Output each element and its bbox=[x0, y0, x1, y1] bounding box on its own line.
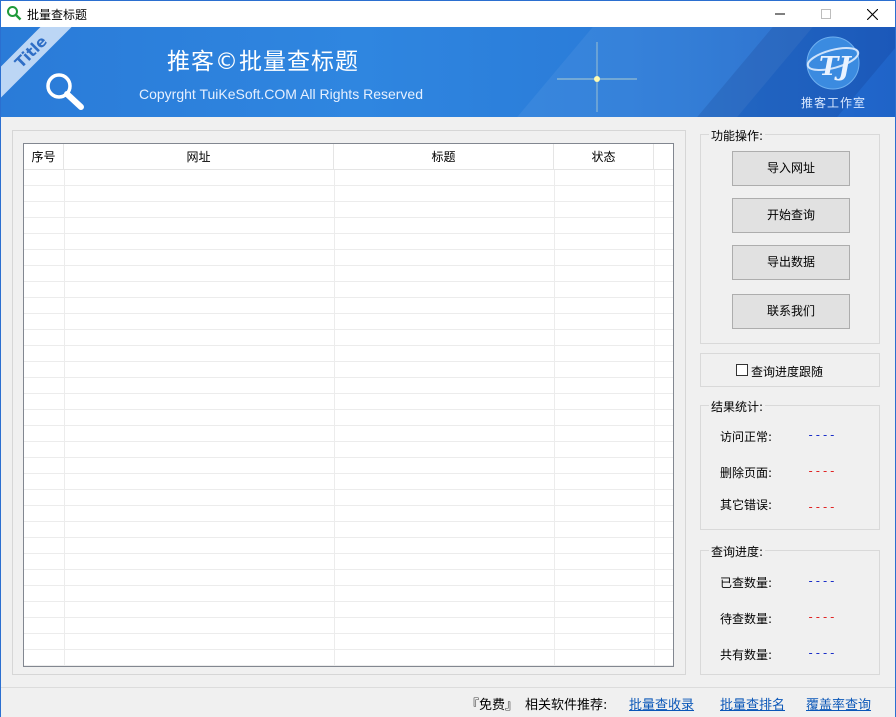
progress-group: 查询进度: 已查数量: ---- 待查数量: ---- 共有数量: ---- bbox=[700, 543, 880, 675]
stat-other-error-label: 其它错误: bbox=[720, 498, 773, 512]
column-header-url[interactable]: 网址 bbox=[64, 144, 334, 170]
maximize-button[interactable] bbox=[803, 1, 849, 27]
progress-legend: 查询进度: bbox=[709, 543, 766, 560]
export-data-button[interactable]: 导出数据 bbox=[732, 245, 850, 280]
close-icon bbox=[866, 8, 878, 20]
link-batch-rank-check[interactable]: 批量查排名 bbox=[720, 694, 785, 713]
table-rows bbox=[24, 170, 673, 666]
magnifier-app-icon bbox=[6, 5, 22, 21]
column-divider bbox=[554, 170, 555, 666]
follow-progress-checkbox[interactable] bbox=[736, 364, 748, 376]
app-main-title: 推客©批量查标题 bbox=[167, 49, 359, 75]
link-coverage-check[interactable]: 覆盖率查询 bbox=[806, 694, 871, 713]
free-tag: 『免费』 bbox=[466, 698, 519, 713]
follow-progress-row: 查询进度跟随 bbox=[700, 353, 880, 387]
status-bar: 『免费』 相关软件推荐: 批量查收录 批量查排名 覆盖率查询 bbox=[1, 687, 895, 717]
column-header-status[interactable]: 状态 bbox=[554, 144, 654, 170]
close-button[interactable] bbox=[849, 1, 895, 27]
stat-other-error-value: ---- bbox=[807, 500, 836, 514]
follow-progress-label[interactable]: 查询进度跟随 bbox=[751, 363, 823, 380]
stat-ok-value: ---- bbox=[807, 428, 836, 442]
search-icon bbox=[43, 71, 87, 114]
progress-done-value: ---- bbox=[807, 574, 836, 588]
header-banner: Title 推客©批量查标题 Copyrght TuiKeSoft.COM Al… bbox=[1, 27, 895, 117]
column-divider bbox=[654, 170, 655, 666]
stat-ok-label: 访问正常: bbox=[720, 430, 773, 444]
import-urls-button[interactable]: 导入网址 bbox=[732, 151, 850, 186]
progress-total-label: 共有数量: bbox=[720, 648, 773, 662]
contact-us-button[interactable]: 联系我们 bbox=[732, 294, 850, 329]
actions-group: 功能操作: 导入网址 开始查询 导出数据 联系我们 bbox=[700, 127, 880, 344]
progress-done-label: 已查数量: bbox=[720, 576, 773, 590]
minimize-button[interactable] bbox=[757, 1, 803, 27]
actions-legend: 功能操作: bbox=[709, 127, 766, 144]
recommend-label: 相关软件推荐: bbox=[525, 698, 608, 713]
maximize-icon bbox=[821, 9, 831, 19]
table-header: 序号 网址 标题 状态 bbox=[24, 144, 673, 170]
title-bar: 批量查标题 bbox=[1, 1, 895, 27]
results-table[interactable]: 序号 网址 标题 状态 bbox=[23, 143, 674, 667]
logo-icon: TJ bbox=[805, 35, 861, 94]
stat-deleted-value: ---- bbox=[807, 464, 836, 478]
results-stats-group: 结果统计: 访问正常: ---- 删除页面: ---- 其它错误: ---- bbox=[700, 398, 880, 530]
stat-deleted-label: 删除页面: bbox=[720, 466, 773, 480]
link-batch-index-check[interactable]: 批量查收录 bbox=[629, 694, 694, 713]
app-window: 批量查标题 Title 推客©批量查标题 Copyrght TuiKeSoft.… bbox=[0, 0, 896, 717]
sparkle-icon bbox=[557, 37, 637, 117]
minimize-icon bbox=[775, 13, 785, 15]
progress-pending-label: 待查数量: bbox=[720, 612, 773, 626]
svg-text:TJ: TJ bbox=[819, 52, 852, 82]
progress-pending-value: ---- bbox=[807, 610, 836, 624]
results-panel: 序号 网址 标题 状态 bbox=[12, 130, 686, 675]
results-legend: 结果统计: bbox=[709, 398, 766, 415]
column-divider bbox=[334, 170, 335, 666]
copyright-text: Copyrght TuiKeSoft.COM All Rights Reserv… bbox=[139, 86, 424, 102]
column-header-title[interactable]: 标题 bbox=[334, 144, 554, 170]
window-title: 批量查标题 bbox=[27, 8, 88, 22]
column-divider bbox=[64, 170, 65, 666]
progress-total-value: ---- bbox=[807, 646, 836, 660]
logo-caption: 推客工作室 bbox=[801, 96, 867, 110]
column-header-index[interactable]: 序号 bbox=[24, 144, 64, 170]
status-bar-divider bbox=[1, 687, 895, 688]
start-query-button[interactable]: 开始查询 bbox=[732, 198, 850, 233]
